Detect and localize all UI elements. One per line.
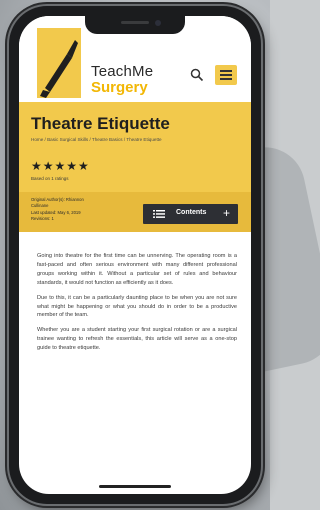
rating-count: Based on 1 ratings — [31, 176, 69, 181]
search-icon[interactable] — [190, 68, 204, 82]
article-paragraph: Going into theatre for the first time ca… — [37, 253, 237, 286]
last-updated: Last updated: May 6, 2019 — [31, 210, 81, 215]
brand-name-teachme[interactable]: TeachMe — [91, 63, 153, 80]
page-title: Theatre Etiquette — [31, 114, 170, 133]
scalpel-logo-icon — [40, 40, 78, 98]
plus-icon: + — [223, 206, 231, 220]
speaker-grille — [121, 21, 149, 24]
front-camera — [155, 20, 161, 26]
home-indicator[interactable] — [99, 485, 171, 488]
original-author-name[interactable]: Cullinane — [31, 203, 48, 208]
hamburger-menu-button[interactable] — [215, 65, 237, 85]
breadcrumb[interactable]: Home / Basic Surgical Skills / Theatre B… — [31, 137, 162, 142]
article-body: Going into theatre for the first time ca… — [37, 252, 237, 359]
phone-screen: TeachMe Surgery Theatre Etiquette Home /… — [19, 16, 251, 494]
phone-notch — [85, 16, 185, 34]
original-author-label: Original Author(s): Rhiannon — [31, 197, 84, 202]
menu-bar — [220, 78, 232, 80]
revisions: Revisions: 1 — [31, 216, 54, 221]
menu-bar — [220, 70, 232, 72]
list-icon — [153, 210, 165, 218]
star-rating[interactable]: ★★★★★ — [31, 159, 90, 173]
menu-bar — [220, 74, 232, 76]
article-paragraph: Whether you are a student starting your … — [37, 327, 237, 352]
contents-label: Contents — [176, 209, 207, 216]
contents-button[interactable]: Contents + — [143, 204, 238, 224]
phone-frame: TeachMe Surgery Theatre Etiquette Home /… — [9, 6, 261, 504]
brand-name-surgery[interactable]: Surgery — [91, 79, 148, 96]
article-paragraph: Due to this, it can be a particularly da… — [37, 294, 237, 319]
